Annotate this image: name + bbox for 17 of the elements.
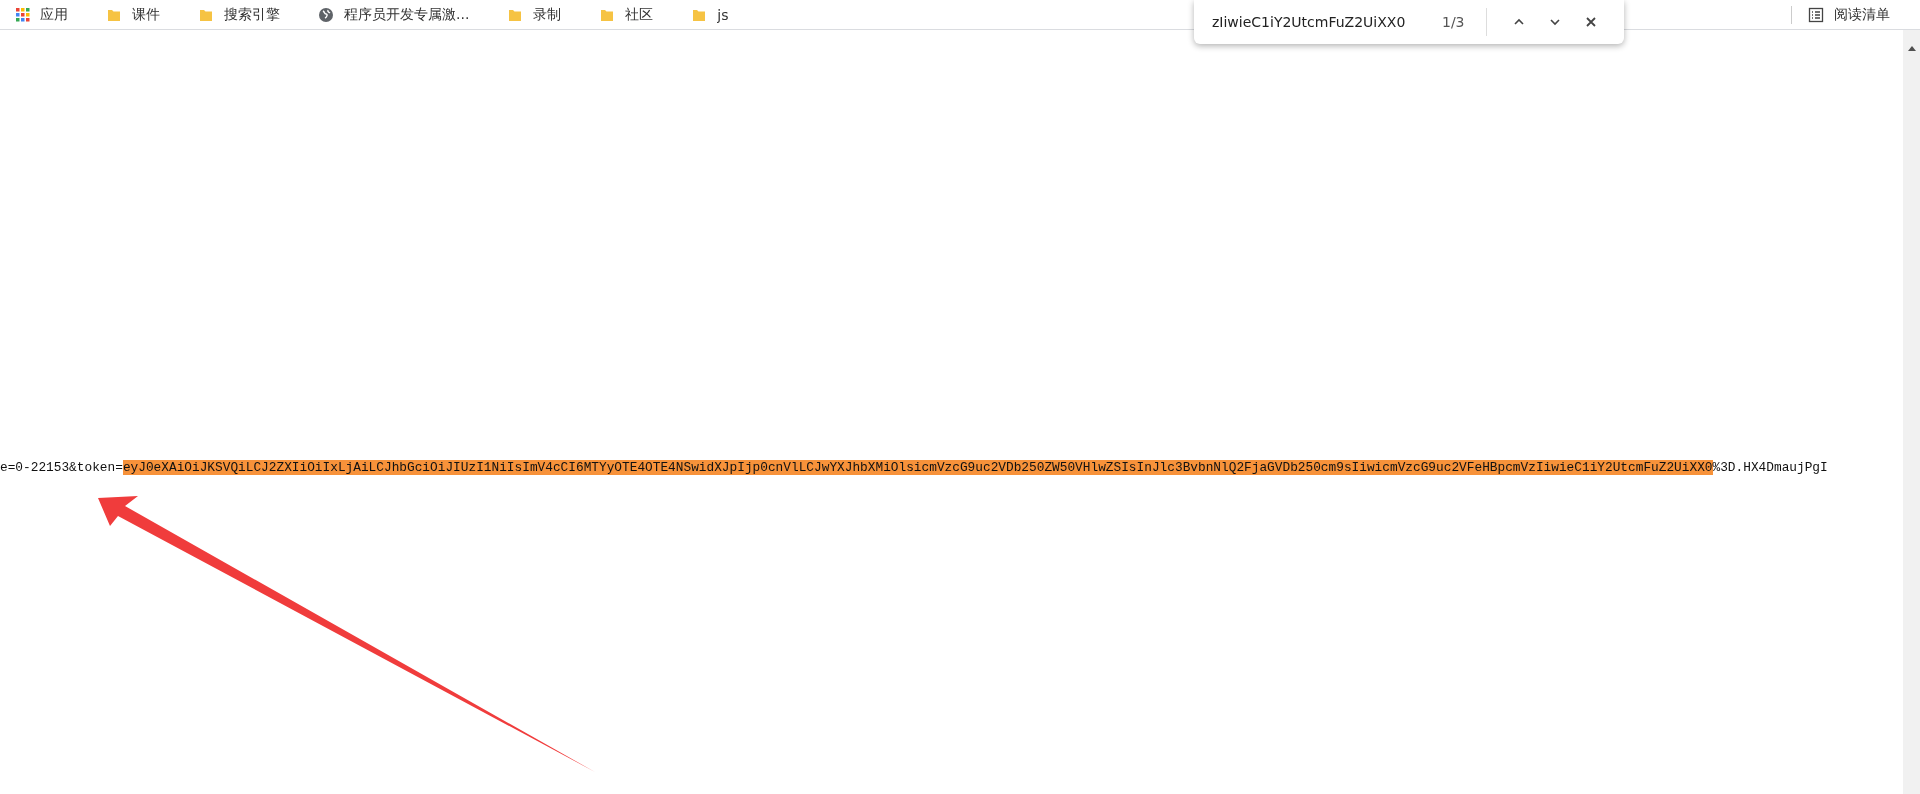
match-count: 1/3 bbox=[1442, 14, 1466, 30]
url-text: e=0-22153&token= bbox=[0, 460, 123, 475]
scroll-up-icon[interactable] bbox=[1906, 44, 1917, 52]
scrollbar[interactable] bbox=[1903, 30, 1920, 794]
close-icon bbox=[1584, 15, 1598, 29]
bookmark[interactable]: 录制 bbox=[507, 3, 580, 26]
bookmark[interactable]: 社区 bbox=[599, 3, 672, 26]
apps-grid-icon bbox=[16, 7, 30, 22]
find-field[interactable]: zIiwieC1iY2UtcmFuZ2UiXX0 bbox=[1212, 14, 1432, 30]
bookmark[interactable]: 应用 bbox=[16, 3, 86, 26]
reading-list-button[interactable]: 阅读清单 bbox=[1808, 3, 1908, 26]
list-icon bbox=[1808, 6, 1824, 23]
bookmark[interactable]: 课件 bbox=[106, 3, 178, 26]
bookmark[interactable]: js bbox=[691, 3, 747, 26]
bookmark[interactable]: 搜索引擎 bbox=[198, 3, 298, 26]
globe-icon bbox=[318, 6, 334, 23]
bookmark[interactable]: 程序员开发专属激... bbox=[318, 3, 488, 26]
